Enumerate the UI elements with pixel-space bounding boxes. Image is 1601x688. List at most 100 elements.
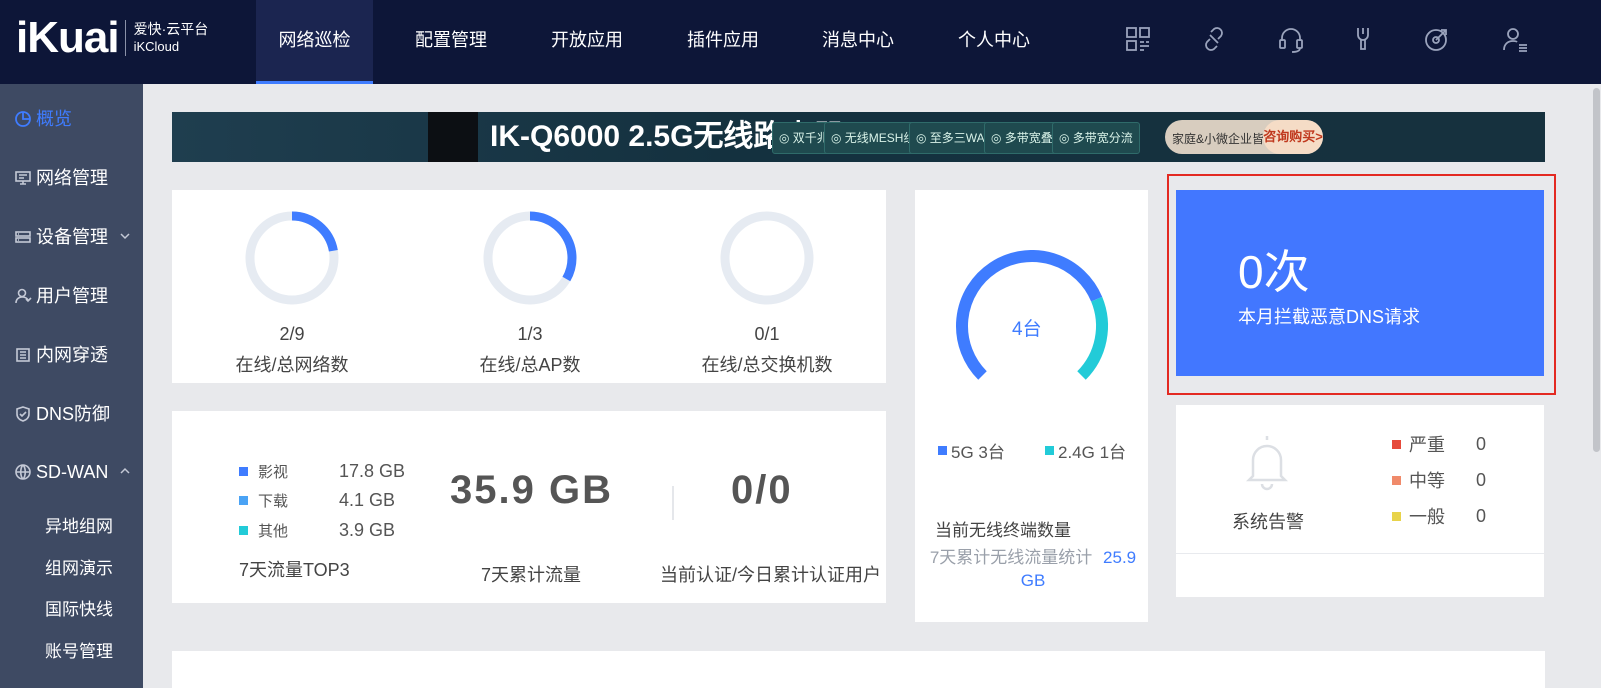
- logo-subtitle: 爱快·云平台 iKCloud: [134, 20, 209, 56]
- sidebar: 概览 网络管理 设备管理 用户管理 内网穿透 DNS防御 SD-WAN 异地组网…: [0, 84, 143, 688]
- scrollbar-thumb[interactable]: [1593, 88, 1600, 452]
- band-5g-label: 5G 3台: [951, 443, 1005, 462]
- dns-blocked-count: 0次: [1238, 246, 1310, 298]
- traffic-top-item: 其他 3.9 GB: [239, 520, 395, 541]
- alert-level-name: 一般: [1409, 507, 1445, 527]
- system-alerts-title: 系统告警: [1232, 512, 1304, 532]
- headset-icon[interactable]: [1276, 24, 1306, 54]
- ap-ratio-label: 在线/总AP数: [479, 355, 581, 375]
- sidebar-item-dns-defense[interactable]: DNS防御: [0, 394, 143, 434]
- network-ratio-label: 在线/总网络数: [235, 355, 349, 375]
- traffic-value: 4.1 GB: [339, 490, 396, 510]
- total-traffic-caption: 7天累计流量: [481, 565, 582, 585]
- alert-level-severe: 严重 0: [1392, 431, 1486, 457]
- chevron-down-icon[interactable]: [119, 217, 131, 257]
- bell-icon: [1245, 436, 1289, 491]
- alert-level-count: 0: [1476, 469, 1487, 490]
- traffic-category: 下载: [258, 493, 289, 510]
- user-menu-icon[interactable]: [1500, 24, 1530, 54]
- tool-icon[interactable]: [1348, 24, 1378, 54]
- sidebar-item-intranet-penetration[interactable]: 内网穿透: [0, 335, 143, 375]
- switch-ring: 0/1 在线/总交换机数: [692, 208, 842, 377]
- sidebar-subitem-networking-demo[interactable]: 组网演示: [45, 554, 113, 579]
- top-navigation-bar: iKuai 爱快·云平台 iKCloud 网络巡检 配置管理 开放应用 插件应用…: [0, 0, 1601, 84]
- logo-subtitle-cn: 爱快·云平台: [133, 21, 209, 37]
- wireless-caption: 当前无线终端数量: [935, 521, 1071, 540]
- server-icon: [14, 228, 32, 246]
- nav-personal-center[interactable]: 个人中心: [941, 0, 1047, 84]
- sidebar-item-device-management[interactable]: 设备管理: [0, 217, 143, 257]
- traffic-top3-caption: 7天流量TOP3: [239, 560, 350, 580]
- network-ratio: 2/9: [279, 324, 305, 344]
- link-icon[interactable]: [1199, 24, 1229, 54]
- traffic-category: 影视: [258, 464, 289, 481]
- nav-network-inspection[interactable]: 网络巡检: [256, 0, 373, 84]
- router-image: [428, 112, 478, 162]
- ap-ring: 1/3 在线/总AP数: [455, 208, 605, 377]
- divider: [1176, 553, 1544, 554]
- legend-color: [239, 526, 248, 535]
- wireless-stat: 7天累计无线流量统计 25.9 GB: [926, 546, 1140, 592]
- legend-24g: 2.4G 1台: [1045, 438, 1126, 463]
- banner-tag: ◎ 多带宽分流: [1052, 122, 1140, 154]
- highlight-outline: [1167, 174, 1556, 395]
- legend-color: [1045, 446, 1054, 455]
- shield-icon: [14, 405, 32, 423]
- legend-color: [1392, 439, 1401, 449]
- sidebar-subitem-remote-networking[interactable]: 异地组网: [45, 512, 113, 537]
- sidebar-item-network-management[interactable]: 网络管理: [0, 158, 143, 198]
- sidebar-subitem-international-express[interactable]: 国际快线: [45, 595, 113, 620]
- ikuai-logo[interactable]: iKuai 爱快·云平台 iKCloud: [16, 16, 208, 60]
- switch-ratio: 0/1: [754, 324, 780, 344]
- auth-users-value: 0/0: [731, 468, 793, 512]
- ap-ratio: 1/3: [517, 324, 543, 344]
- auth-users-caption: 当前认证/今日累计认证用户: [660, 565, 881, 585]
- nav-plugin-apps[interactable]: 插件应用: [670, 0, 776, 84]
- sidebar-item-user-management[interactable]: 用户管理: [0, 276, 143, 316]
- band-24g-label: 2.4G 1台: [1058, 443, 1127, 462]
- nav-message-center[interactable]: 消息中心: [805, 0, 911, 84]
- globe-icon: [14, 463, 32, 481]
- page-scrollbar[interactable]: [1592, 84, 1601, 688]
- sidebar-item-label: 用户管理: [36, 286, 108, 306]
- sidebar-item-label: 概览: [36, 109, 72, 129]
- alert-level-medium: 中等 0: [1392, 467, 1486, 493]
- wireless-stat-label: 7天累计无线流量统计: [929, 548, 1093, 567]
- alert-level-name: 严重: [1409, 435, 1445, 455]
- sidebar-item-label: DNS防御: [36, 404, 111, 424]
- logo-divider: [124, 20, 126, 56]
- sidebar-item-overview[interactable]: 概览: [0, 99, 143, 139]
- traffic-value: 17.8 GB: [339, 461, 406, 481]
- consult-buy-button[interactable]: 咨询购买>: [1263, 120, 1323, 154]
- nav-open-apps[interactable]: 开放应用: [534, 0, 640, 84]
- nav-config-management[interactable]: 配置管理: [398, 0, 504, 84]
- traffic-category: 其他: [258, 523, 289, 540]
- traffic-value: 3.9 GB: [339, 520, 396, 540]
- system-alerts-card: [1176, 405, 1544, 597]
- switch-ratio-label: 在线/总交换机数: [701, 355, 833, 375]
- switch-ring-chart: [720, 211, 814, 305]
- gauge-arc-24g: [1077, 296, 1108, 380]
- legend-color: [239, 467, 248, 476]
- grid-icon[interactable]: [1123, 24, 1153, 54]
- logo-subtitle-en: iKCloud: [133, 39, 180, 54]
- network-ring: 2/9 在线/总网络数: [217, 208, 367, 377]
- tunnel-icon: [14, 346, 32, 364]
- wireless-stat-unit: GB: [1020, 571, 1046, 590]
- chevron-up-icon[interactable]: [119, 452, 131, 492]
- traffic-top-item: 影视 17.8 GB: [239, 461, 405, 482]
- alert-level-count: 0: [1476, 433, 1487, 454]
- promo-banner[interactable]: IK-Q6000 2.5G无线路由器 ◎ 双千兆 ◎ 无线MESH组网 ◎ 至多…: [172, 112, 1545, 162]
- traffic-top-item: 下载 4.1 GB: [239, 490, 395, 511]
- legend-color: [239, 496, 248, 505]
- monitor-icon: [14, 169, 32, 187]
- rocket-icon[interactable]: [1422, 24, 1452, 54]
- user-icon: [14, 287, 32, 305]
- sidebar-item-sd-wan[interactable]: SD-WAN: [0, 452, 143, 492]
- sidebar-subitem-account-management[interactable]: 账号管理: [45, 637, 113, 662]
- alert-level-count: 0: [1476, 505, 1487, 526]
- alert-level-name: 中等: [1409, 471, 1445, 491]
- legend-5g: 5G 3台: [938, 438, 1005, 463]
- pie-chart-icon: [14, 110, 32, 128]
- ap-ring-chart: [483, 211, 577, 305]
